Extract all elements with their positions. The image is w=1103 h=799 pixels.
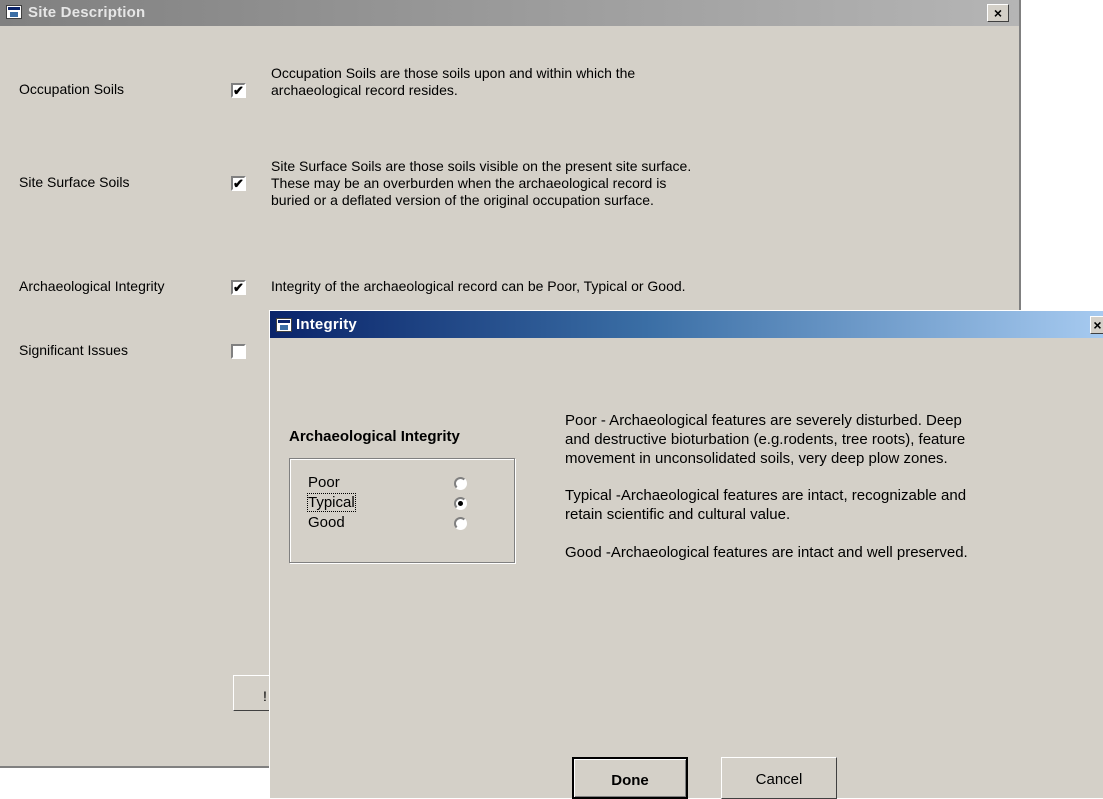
integrity-dialog: Integrity × Archaeological Integrity Poo… bbox=[269, 310, 1103, 799]
desc-line: Occupation Soils are those soils upon an… bbox=[271, 65, 636, 81]
radio-typical[interactable] bbox=[454, 497, 467, 510]
row-label-site-surface-soils: Site Surface Soils bbox=[19, 174, 130, 190]
info-line: Poor - Archaeological features are sever… bbox=[565, 412, 962, 429]
desc-line: These may be an overburden when the arch… bbox=[271, 175, 667, 191]
group-title: Archaeological Integrity bbox=[289, 428, 460, 445]
cancel-button[interactable]: Cancel bbox=[721, 757, 837, 799]
done-button[interactable]: Done bbox=[572, 757, 688, 799]
desc-occupation-soils: Occupation Soils are those soils upon an… bbox=[271, 65, 635, 99]
checkbox-significant-issues[interactable] bbox=[231, 344, 246, 359]
radio-poor[interactable] bbox=[454, 477, 467, 490]
option-label-poor[interactable]: Poor bbox=[308, 474, 340, 491]
checkbox-site-surface-soils[interactable]: ✔ bbox=[231, 176, 246, 191]
integrity-options-group: Poor Typical Good bbox=[289, 458, 515, 563]
desc-archaeological-integrity: Integrity of the archaeological record c… bbox=[271, 278, 686, 295]
info-line: Typical -Archaeological features are int… bbox=[565, 487, 967, 504]
window-app-icon bbox=[276, 318, 292, 332]
option-label-typical[interactable]: Typical bbox=[307, 493, 356, 512]
info-good: Good -Archaeological features are intact… bbox=[565, 543, 1065, 562]
close-button[interactable]: × bbox=[1090, 316, 1103, 334]
info-line: Good -Archaeological features are intact… bbox=[565, 544, 968, 561]
checkbox-archaeological-integrity[interactable]: ✔ bbox=[231, 280, 246, 295]
info-typical: Typical -Archaeological features are int… bbox=[565, 486, 1065, 524]
desc-site-surface-soils: Site Surface Soils are those soils visib… bbox=[271, 158, 691, 209]
row-label-significant-issues: Significant Issues bbox=[19, 342, 128, 358]
radio-good[interactable] bbox=[454, 517, 467, 530]
info-poor: Poor - Archaeological features are sever… bbox=[565, 411, 1065, 468]
desc-line: Integrity of the archaeological record c… bbox=[271, 278, 686, 294]
desc-line: buried or a deflated version of the orig… bbox=[271, 192, 654, 208]
info-line: movement in unconsolidated soils, very d… bbox=[565, 450, 948, 467]
dialog-title: Integrity bbox=[296, 316, 357, 333]
window-app-icon bbox=[6, 5, 22, 19]
desc-line: Site Surface Soils are those soils visib… bbox=[271, 158, 692, 174]
desc-line: archaeological record resides. bbox=[271, 82, 458, 98]
info-line: and destructive bioturbation (e.g.rodent… bbox=[565, 431, 966, 448]
site-description-titlebar[interactable]: Site Description × bbox=[0, 0, 1019, 26]
info-line: retain scientific and cultural value. bbox=[565, 506, 791, 523]
checkbox-occupation-soils[interactable]: ✔ bbox=[231, 83, 246, 98]
row-label-archaeological-integrity: Archaeological Integrity bbox=[19, 278, 165, 294]
window-title: Site Description bbox=[28, 4, 146, 21]
integrity-titlebar[interactable]: Integrity × bbox=[270, 311, 1103, 338]
row-label-occupation-soils: Occupation Soils bbox=[19, 81, 125, 97]
option-label-good[interactable]: Good bbox=[308, 514, 345, 531]
close-button[interactable]: × bbox=[987, 4, 1009, 22]
